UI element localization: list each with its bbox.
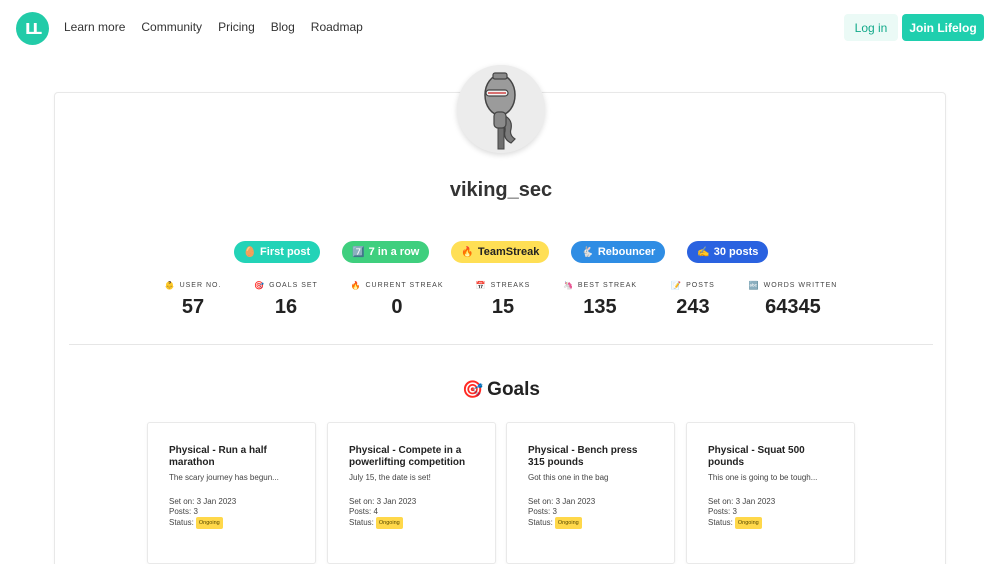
letters-icon: 🔤 xyxy=(748,281,760,290)
stat-current-streak: 🔥 CURRENT STREAK 0 xyxy=(350,281,443,319)
badge-label: Rebouncer xyxy=(597,246,656,258)
badge-30-posts[interactable]: ✍️ 30 posts xyxy=(687,241,769,263)
calendar-icon: 📅 xyxy=(475,281,487,290)
stat-user-no: 👶 USER NO. 57 xyxy=(165,281,222,319)
fire-icon: 🔥 xyxy=(350,281,362,290)
nav-link-pricing[interactable]: Pricing xyxy=(218,20,255,34)
stat-words-written: 🔤 WORDS WRITTEN 64345 xyxy=(749,281,838,319)
stat-label: STREAKS xyxy=(490,282,531,289)
stat-goals-set: 🎯 GOALS SET 16 xyxy=(254,281,318,319)
goal-description: Got this one in the bag xyxy=(528,473,609,482)
stat-best-streak: 🦄 BEST STREAK 135 xyxy=(563,281,637,319)
goal-title: Physical - Squat 500 pounds xyxy=(708,445,805,468)
goal-posts: Posts: 4 xyxy=(349,507,378,516)
rabbit-icon: 🐇 xyxy=(581,246,594,258)
egg-icon: 🥚 xyxy=(243,246,257,258)
status-badge: Ongoing xyxy=(195,517,223,529)
goal-meta: Set on: 3 Jan 2023 Posts: 3 Status: Ongoi… xyxy=(169,497,297,529)
badge-first-post[interactable]: 🥚 First post xyxy=(233,241,321,263)
badge-label: First post xyxy=(260,246,311,258)
stat-value: 57 xyxy=(181,296,205,318)
writing-hand-icon: ✍️ xyxy=(697,246,710,258)
nav-link-roadmap[interactable]: Roadmap xyxy=(311,20,363,34)
badge-rebouncer[interactable]: 🐇 Rebouncer xyxy=(571,241,666,263)
stats-row: 👶 USER NO. 57 🎯 GOALS SET 16 🔥 CURRENT STRE… xyxy=(55,281,947,325)
login-button[interactable]: Log in xyxy=(844,14,898,41)
divider xyxy=(69,344,933,345)
stat-value: 135 xyxy=(583,296,617,318)
status-badge: Ongoing xyxy=(554,517,582,529)
goal-card[interactable]: Physical - Run a half marathon The scary… xyxy=(147,422,316,564)
baby-icon: 👶 xyxy=(164,281,176,290)
profile-card: viking_sec 🥚 First post 7️⃣ 7 in a row 🔥 Te… xyxy=(54,65,947,564)
badge-7-in-a-row[interactable]: 7️⃣ 7 in a row xyxy=(342,241,430,263)
nav-link-community[interactable]: Community xyxy=(141,20,202,34)
avatar xyxy=(457,65,545,153)
stat-label: USER NO. xyxy=(179,282,222,289)
goal-status-label: Status: xyxy=(169,518,194,528)
stat-label: GOALS SET xyxy=(269,282,318,289)
logo-text: LL xyxy=(24,19,42,38)
goal-meta: Set on: 3 Jan 2023 Posts: 3 Status: Ongoi… xyxy=(708,497,836,529)
nav-links: Learn more Community Pricing Blog Roadma… xyxy=(64,20,363,34)
goal-card[interactable]: Physical - Bench press 315 pounds Got th… xyxy=(506,422,675,564)
username: viking_sec xyxy=(449,179,553,201)
stat-label: CURRENT STREAK xyxy=(365,282,444,289)
badge-teamstreak[interactable]: 🔥 TeamStreak xyxy=(451,241,550,263)
goal-title: Physical - Bench press 315 pounds xyxy=(528,445,638,468)
stat-label: WORDS WRITTEN xyxy=(763,282,838,289)
robot-avatar-icon xyxy=(457,65,545,153)
goal-posts: Posts: 3 xyxy=(528,507,557,516)
badge-label: 7 in a row xyxy=(368,246,420,258)
goal-description: The scary journey has begun... xyxy=(169,473,279,482)
badge-label: TeamStreak xyxy=(477,246,540,258)
fire-icon: 🔥 xyxy=(461,246,474,258)
goal-posts: Posts: 3 xyxy=(708,507,737,516)
stat-value: 0 xyxy=(391,296,403,318)
goal-status-label: Status: xyxy=(708,518,733,528)
goal-description: July 15, the date is set! xyxy=(349,473,431,482)
seven-icon: 7️⃣ xyxy=(352,246,365,258)
goal-title: Physical - Run a half marathon xyxy=(169,445,267,468)
goal-meta: Set on: 3 Jan 2023 Posts: 4 Status: Ongoi… xyxy=(349,497,477,529)
goal-meta: Set on: 3 Jan 2023 Posts: 3 Status: Ongoi… xyxy=(528,497,656,529)
nav-link-blog[interactable]: Blog xyxy=(271,20,295,34)
goal-set-on: Set on: 3 Jan 2023 xyxy=(708,497,776,506)
stat-label: BEST STREAK xyxy=(577,282,638,289)
goal-set-on: Set on: 3 Jan 2023 xyxy=(169,497,237,506)
goal-status-label: Status: xyxy=(528,518,553,528)
stat-value: 64345 xyxy=(765,296,821,318)
goals-title-text: Goals xyxy=(487,379,540,400)
goal-card[interactable]: Physical - Squat 500 pounds This one is … xyxy=(686,422,855,564)
target-icon: 🎯 xyxy=(462,380,484,399)
goal-status-label: Status: xyxy=(349,518,374,528)
goal-title: Physical - Compete in a powerlifting com… xyxy=(349,445,466,468)
status-badge: Ongoing xyxy=(375,517,403,529)
nav-link-learn-more[interactable]: Learn more xyxy=(64,20,125,34)
stat-value: 15 xyxy=(491,296,515,318)
goal-description: This one is going to be tough... xyxy=(708,473,818,482)
badge-list: 🥚 First post 7️⃣ 7 in a row 🔥 TeamStreak 🐇 R… xyxy=(55,241,947,263)
goal-posts: Posts: 3 xyxy=(169,507,198,516)
badge-label: 30 posts xyxy=(713,246,759,258)
status-badge: Ongoing xyxy=(734,517,762,529)
goals-heading: 🎯 Goals xyxy=(55,379,947,401)
memo-icon: 📝 xyxy=(671,281,683,290)
lifelog-logo[interactable]: LL xyxy=(16,12,49,45)
stat-streaks: 📅 STREAKS 15 xyxy=(476,281,531,319)
goal-card[interactable]: Physical - Compete in a powerlifting com… xyxy=(327,422,496,564)
stat-value: 243 xyxy=(676,296,710,318)
join-button[interactable]: Join Lifelog xyxy=(902,14,984,41)
stat-label: POSTS xyxy=(686,282,715,289)
stat-value: 16 xyxy=(274,296,298,318)
unicorn-icon: 🦄 xyxy=(562,281,574,290)
goal-set-on: Set on: 3 Jan 2023 xyxy=(349,497,417,506)
stat-posts: 📝 POSTS 243 xyxy=(671,281,715,319)
top-nav: LL Learn more Community Pricing Blog Roa… xyxy=(0,0,1000,56)
goal-set-on: Set on: 3 Jan 2023 xyxy=(528,497,596,506)
target-icon: 🎯 xyxy=(254,281,266,290)
